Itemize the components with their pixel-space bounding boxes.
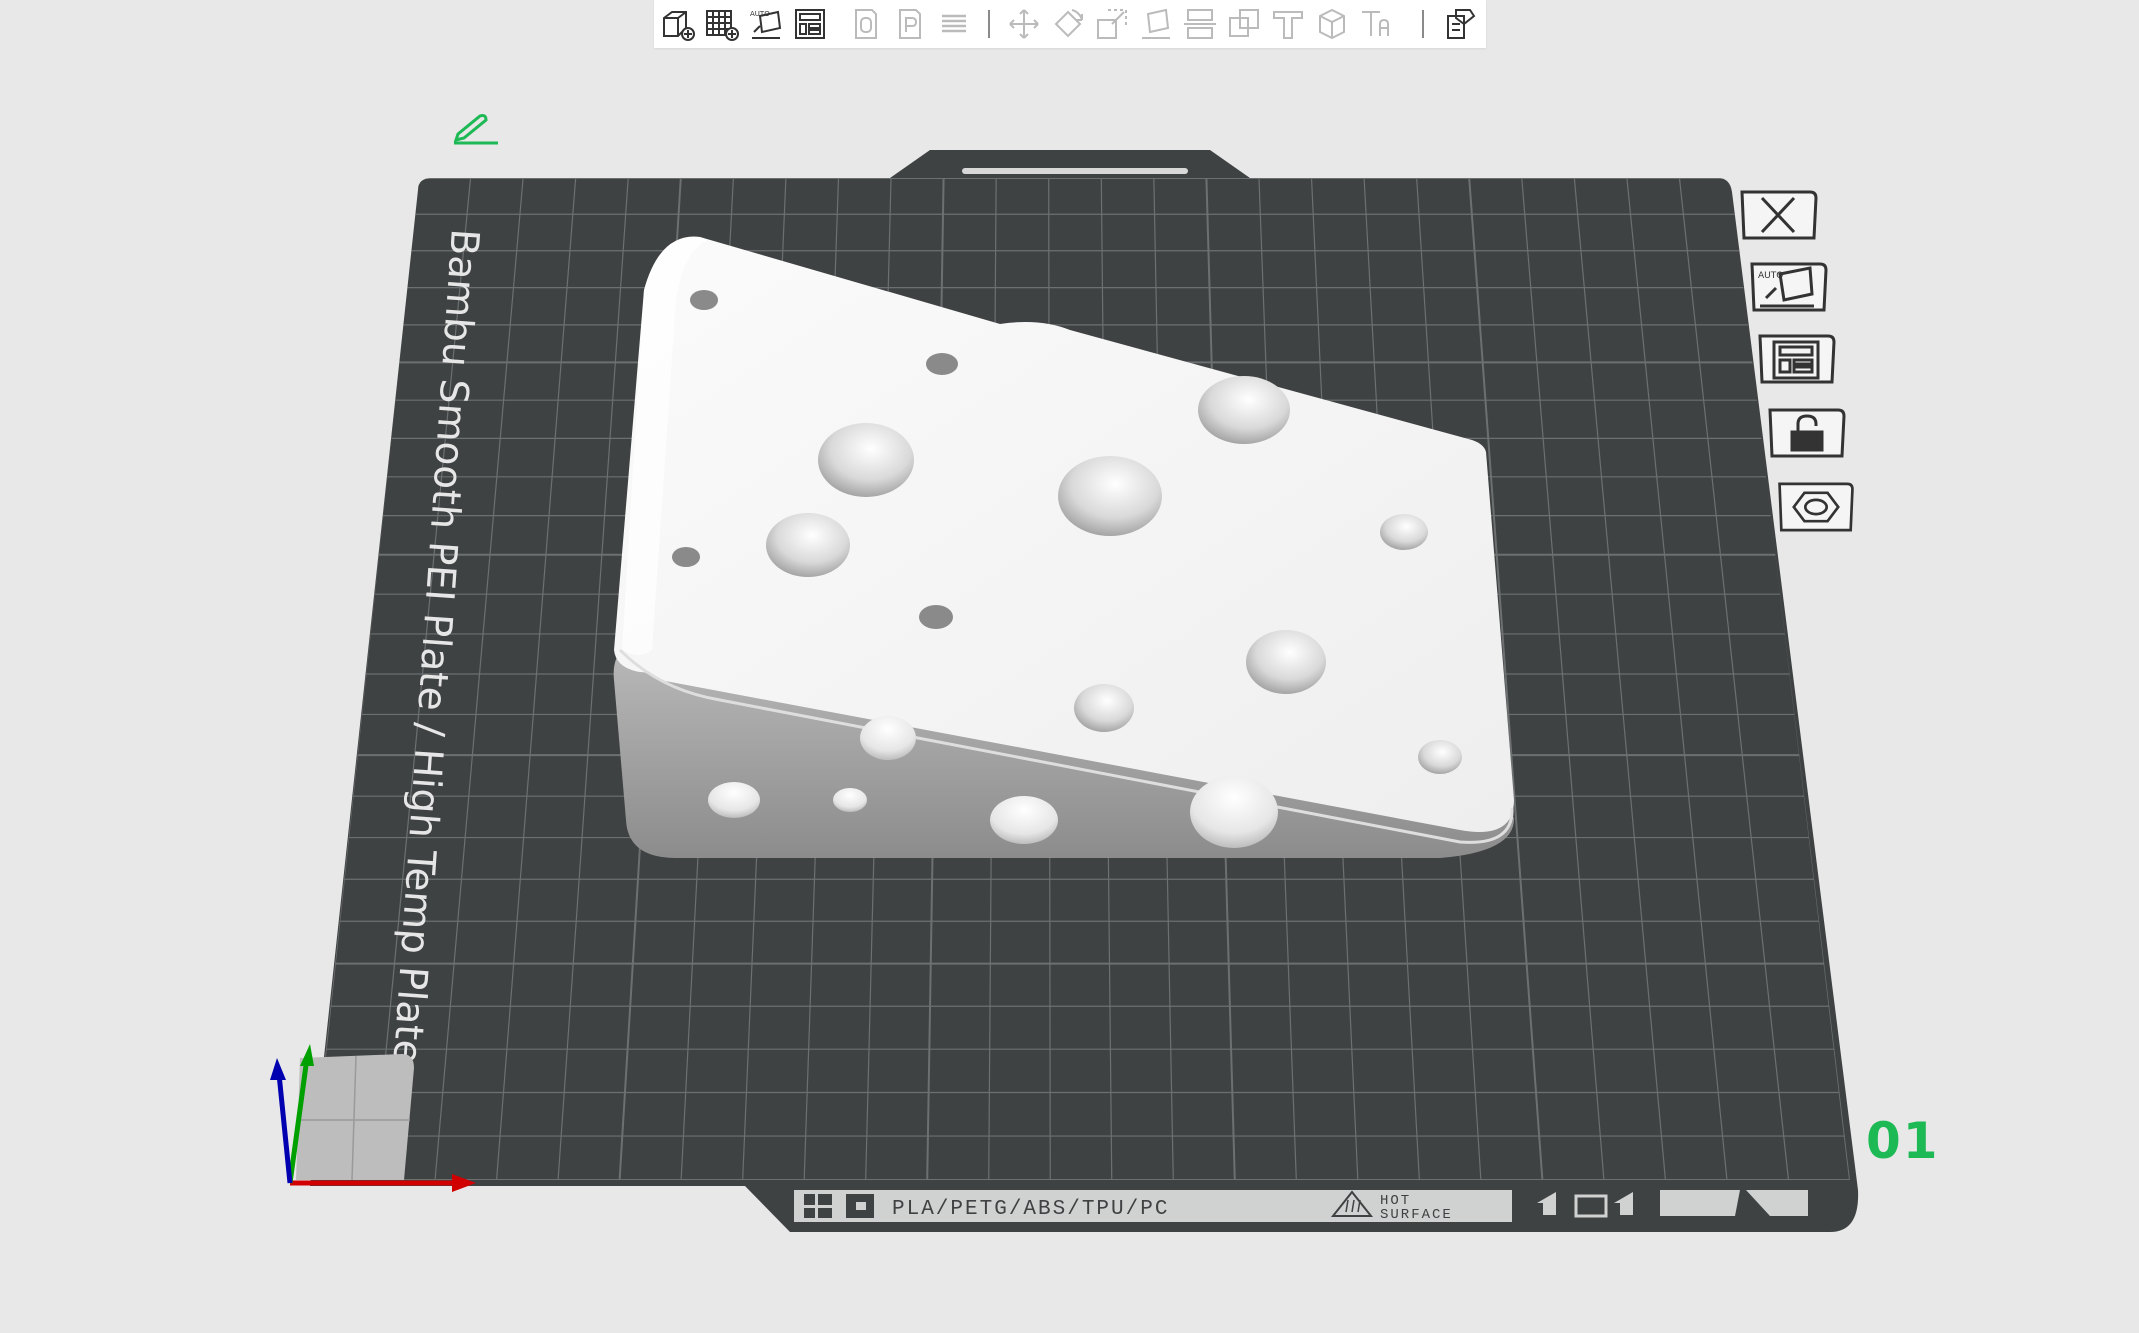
hole <box>1418 740 1462 774</box>
auto-orient-icon[interactable]: AUTO <box>746 4 786 44</box>
split-parts-icon[interactable] <box>890 4 930 44</box>
edit-plate-name-icon[interactable] <box>452 110 500 146</box>
delete-plate-button[interactable] <box>1738 188 1818 242</box>
lock-plate-button[interactable] <box>1766 406 1846 460</box>
add-plate-icon[interactable] <box>702 4 742 44</box>
hole <box>690 290 718 310</box>
rotate-icon[interactable] <box>1048 4 1088 44</box>
3d-viewport[interactable]: PLA/PETG/ABS/TPU/PC HOT SURFACE Bambu Sm… <box>0 0 2139 1333</box>
hole <box>672 547 700 567</box>
hole <box>1058 456 1162 536</box>
hole <box>818 423 914 497</box>
hole <box>766 513 850 577</box>
auto-orient-plate-button[interactable]: AUTO <box>1748 260 1828 314</box>
hot-surface-line2: SURFACE <box>1380 1207 1453 1223</box>
support-paint-icon[interactable] <box>1268 4 1308 44</box>
hole <box>1190 776 1278 848</box>
hole <box>1380 514 1428 550</box>
plate-filaments: PLA/PETG/ABS/TPU/PC <box>892 1198 1169 1221</box>
assembly-view-icon[interactable] <box>1440 4 1480 44</box>
move-icon[interactable] <box>1004 4 1044 44</box>
hole <box>708 782 760 818</box>
variable-layer-icon[interactable] <box>934 4 974 44</box>
hole <box>833 788 867 812</box>
arrange-plate-button[interactable] <box>1756 332 1836 386</box>
hole <box>1198 376 1290 444</box>
add-object-icon[interactable] <box>658 4 698 44</box>
plate-settings-button[interactable] <box>1776 480 1856 534</box>
hole <box>990 796 1058 844</box>
hole <box>860 716 916 760</box>
split-objects-icon[interactable] <box>846 4 886 44</box>
seam-paint-icon[interactable] <box>1312 4 1352 44</box>
plate-label-strip: PLA/PETG/ABS/TPU/PC HOT SURFACE <box>794 1190 1512 1223</box>
main-toolbar: AUTO <box>654 0 1486 48</box>
lay-on-face-icon[interactable] <box>1136 4 1176 44</box>
plate-handle-slot <box>962 168 1188 174</box>
boolean-icon[interactable] <box>1224 4 1264 44</box>
scale-icon[interactable] <box>1092 4 1132 44</box>
cut-icon[interactable] <box>1180 4 1220 44</box>
arrange-icon[interactable] <box>790 4 830 44</box>
hole <box>926 353 958 375</box>
hole <box>919 605 953 629</box>
arrange-icon <box>1772 340 1820 380</box>
plate-number[interactable]: 01 <box>1866 1112 1940 1170</box>
hole <box>1074 684 1134 732</box>
hole <box>1246 630 1326 694</box>
text-icon[interactable] <box>1356 4 1396 44</box>
